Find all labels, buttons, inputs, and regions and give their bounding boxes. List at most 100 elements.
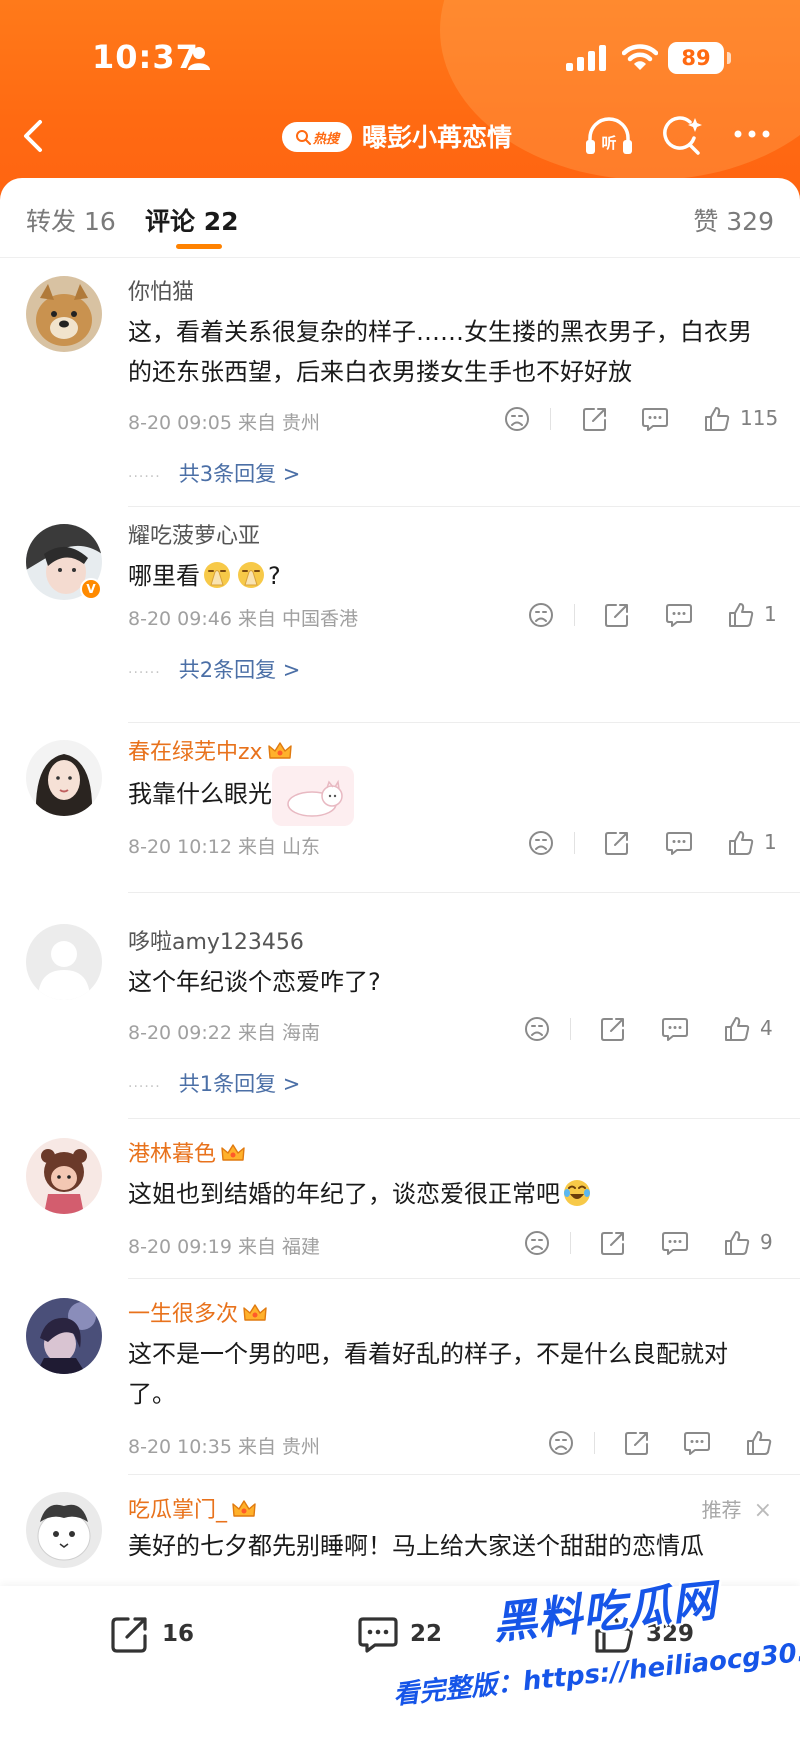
reply-count: 共2条回复 > [178, 658, 301, 682]
divider [128, 722, 800, 723]
crown-icon [267, 742, 292, 759]
person-icon [188, 47, 210, 70]
action-separator [550, 408, 551, 430]
view-replies-link[interactable]: ······ 共1条回复 > [128, 1068, 300, 1098]
comment-username[interactable]: 港林暮色 [128, 1136, 246, 1168]
close-icon[interactable]: × [754, 1498, 772, 1523]
dislike-icon[interactable] [502, 404, 532, 434]
username-text: 一生很多次 [128, 1302, 239, 1327]
crown-icon [221, 1144, 245, 1161]
topic-title[interactable]: 曝彭小苒恋情 [362, 118, 512, 154]
tab-active-indicator [176, 244, 222, 249]
cat-sticker-icon [272, 766, 354, 826]
listen-icon[interactable]: 听 [582, 112, 636, 160]
share-icon [111, 1617, 147, 1653]
comment-username[interactable]: 吃瓜掌门_ [128, 1492, 257, 1524]
comment-username[interactable]: 春在绿芜中zx [128, 734, 293, 766]
like-count: 1 [764, 830, 777, 854]
dislike-icon[interactable] [522, 1014, 552, 1044]
action-separator [570, 1232, 571, 1254]
like-count: 115 [740, 406, 779, 430]
comment-meta: 8-20 10:35 来自 贵州 [128, 1436, 320, 1458]
username-text: 吃瓜掌门_ [128, 1498, 228, 1523]
avatar[interactable] [26, 740, 102, 816]
view-replies-link[interactable]: ······ 共2条回复 > [128, 654, 300, 684]
hot-badge-label: 热搜 [312, 131, 339, 147]
search-icon [295, 130, 311, 145]
reply-count: 共3条回复 > [178, 462, 301, 486]
like-icon[interactable] [726, 600, 756, 630]
comment-actions [544, 1428, 800, 1462]
svg-text:听: 听 [601, 134, 616, 152]
comment-text: 哪里看? [128, 556, 768, 596]
comment-text: 这不是一个男的吧，看着好乱的样子，不是什么良配就对了。 [128, 1340, 728, 1408]
avatar[interactable] [26, 1138, 102, 1214]
divider [128, 892, 800, 893]
status-time: 10:37 [92, 38, 199, 76]
verified-badge: V [80, 578, 102, 600]
reply-count: 共1条回复 > [178, 1072, 301, 1096]
dislike-icon[interactable] [526, 828, 556, 858]
avatar[interactable] [26, 1492, 102, 1568]
crown-icon [232, 1500, 256, 1517]
divider [128, 1278, 800, 1279]
username-text: 港林暮色 [128, 1142, 217, 1167]
reply-dots: ······ [128, 1079, 161, 1095]
dislike-icon[interactable] [522, 1228, 552, 1258]
comment-actions: 9 [520, 1228, 800, 1262]
hot-search-badge[interactable]: 热搜 [282, 122, 352, 152]
comment-username[interactable]: 耀吃菠萝心亚 [128, 518, 260, 550]
action-separator [594, 1432, 595, 1454]
share-icon[interactable] [602, 828, 632, 858]
comment-meta: 8-20 10:12 来自 山东 [128, 836, 320, 858]
comment-meta: 8-20 09:19 来自 福建 [128, 1236, 320, 1258]
comment-meta: 8-20 09:05 来自 贵州 [128, 412, 320, 434]
share-icon[interactable] [622, 1428, 652, 1458]
search-ai-icon[interactable] [660, 114, 704, 158]
share-icon[interactable] [598, 1014, 628, 1044]
dislike-icon[interactable] [526, 600, 556, 630]
like-icon[interactable] [722, 1228, 752, 1258]
battery-tip [727, 52, 731, 64]
bottom-repost-button[interactable]: 16 [108, 1610, 194, 1658]
signal-icon [566, 45, 606, 71]
more-icon[interactable] [730, 122, 774, 146]
bottom-comment-button[interactable]: 22 [356, 1610, 442, 1658]
avatar[interactable] [26, 276, 102, 352]
status-bar: 10:37 89 [0, 0, 800, 110]
comment-icon[interactable] [664, 600, 694, 630]
avatar[interactable] [26, 1298, 102, 1374]
tab-likes[interactable]: 赞 329 [693, 202, 774, 238]
share-icon[interactable] [580, 404, 610, 434]
comment-username[interactable]: 你怕猫 [128, 274, 194, 306]
action-separator [574, 604, 575, 626]
view-replies-link[interactable]: ······ 共3条回复 > [128, 458, 300, 488]
like-icon[interactable] [702, 404, 732, 434]
comment-username[interactable]: 哆啦amy123456 [128, 924, 304, 956]
action-separator [574, 832, 575, 854]
share-icon[interactable] [598, 1228, 628, 1258]
avatar[interactable] [26, 924, 102, 1000]
recommend-label: 推荐 [701, 1498, 742, 1522]
top-header: 10:37 89 热搜 曝彭小苒恋情 听 [0, 0, 800, 200]
share-icon[interactable] [602, 600, 632, 630]
username-text: 春在绿芜中zx [128, 740, 263, 765]
back-icon[interactable] [18, 116, 48, 156]
comment-icon[interactable] [660, 1014, 690, 1044]
comment-icon[interactable] [682, 1428, 712, 1458]
dislike-icon[interactable] [546, 1428, 576, 1458]
tab-comments[interactable]: 评论 22 [145, 202, 239, 238]
pray-emoji-icon [238, 562, 264, 588]
comment-actions: 1 [524, 600, 800, 634]
comment-actions: 1 [524, 828, 800, 862]
comment-icon[interactable] [664, 828, 694, 858]
like-icon[interactable] [744, 1428, 774, 1458]
comment-icon[interactable] [640, 404, 670, 434]
divider [128, 506, 800, 507]
like-icon[interactable] [726, 828, 756, 858]
comment-text: 这姐也到结婚的年纪了，谈恋爱很正常吧 [128, 1174, 768, 1214]
like-icon[interactable] [722, 1014, 752, 1044]
comment-username[interactable]: 一生很多次 [128, 1296, 268, 1328]
tab-repost[interactable]: 转发 16 [26, 202, 116, 238]
comment-icon[interactable] [660, 1228, 690, 1258]
